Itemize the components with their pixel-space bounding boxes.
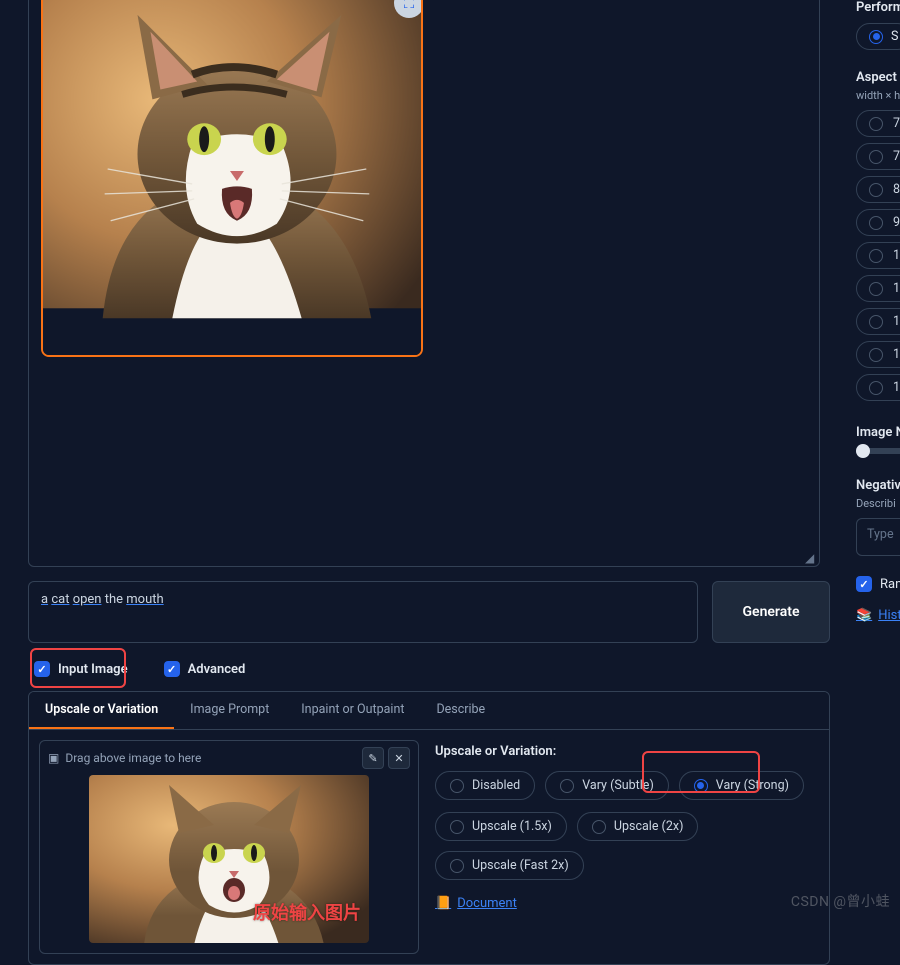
aspect-option[interactable]: 70 [856,110,900,137]
radio-vary-strong[interactable]: Vary (Strong) [679,771,804,800]
document-icon: 📙 [435,896,451,911]
performance-option[interactable]: S [856,23,900,50]
radio-dot-icon [869,381,883,395]
variation-row-2: Upscale (1.5x) Upscale (2x) Upscale (Fas… [435,812,815,880]
negative-label: Negativ [856,478,900,493]
negative-hint: Describi [856,497,900,510]
prompt-token: mouth [126,592,163,607]
radio-dot-icon [869,348,883,362]
radio-upscale-2x[interactable]: Upscale (2x) [577,812,699,841]
image-number-slider[interactable] [856,448,900,454]
aspect-option[interactable]: 11 [856,275,900,302]
tab-describe[interactable]: Describe [420,692,501,729]
aspect-option[interactable]: 96 [856,209,900,236]
variation-row-1: Disabled Vary (Subtle) Vary (Strong) [435,771,815,800]
prompt-input[interactable]: a cat open the mouth [28,581,698,643]
radio-vary-subtle[interactable]: Vary (Subtle) [545,771,669,800]
radio-dot-icon [869,117,883,131]
generated-image[interactable]: ⛶ [41,0,423,357]
tab-upscale-variation[interactable]: Upscale or Variation [29,692,174,729]
radio-dot-icon [869,282,883,296]
image-icon: ▣ [48,751,59,765]
document-link[interactable]: 📙Document [435,896,517,911]
radio-dot-icon [869,216,883,230]
radio-disabled[interactable]: Disabled [435,771,535,800]
check-icon: ✓ [856,576,872,592]
random-checkbox[interactable]: ✓ Ran [856,576,900,592]
input-thumbnail[interactable]: 原始输入图片 [89,775,369,943]
history-icon: 📚 [856,608,872,623]
image-input-title: Drag above image to here [65,751,201,765]
tab-image-prompt[interactable]: Image Prompt [174,692,285,729]
performance-label: Perform [856,0,900,15]
generate-button[interactable]: Generate [712,581,830,643]
radio-dot-icon [869,183,883,197]
tab-inpaint-outpaint[interactable]: Inpaint or Outpaint [285,692,420,729]
aspect-option[interactable]: 89 [856,176,900,203]
settings-sidebar: Perform S Aspect width × h 70 76 89 96 10 11 1… [856,0,900,623]
radio-dot-icon [869,315,883,329]
check-icon: ✓ [34,661,50,677]
image-panel: Upscale or Variation Image Prompt Inpain… [28,691,830,965]
aspect-option[interactable]: 16 [856,374,900,401]
radio-upscale-1-5x[interactable]: Upscale (1.5x) [435,812,567,841]
output-panel: ⛶ ◢ [28,0,820,567]
aspect-label: Aspect [856,70,900,85]
variation-title: Upscale or Variation: [435,744,815,759]
aspect-option[interactable]: 13 [856,308,900,335]
slider-thumb-icon[interactable] [856,444,870,458]
aspect-option[interactable]: 14 [856,341,900,368]
radio-upscale-fast-2x[interactable]: Upscale (Fast 2x) [435,851,584,880]
input-image-checkbox[interactable]: ✓ Input Image [28,657,134,681]
aspect-option[interactable]: 76 [856,143,900,170]
advanced-checkbox[interactable]: ✓ Advanced [158,657,252,681]
radio-dot-icon [869,30,883,44]
clear-button[interactable]: ✕ [388,747,410,769]
aspect-option[interactable]: 10 [856,242,900,269]
image-input-panel: ▣ Drag above image to here ✎ ✕ [39,740,419,954]
image-number-label: Image N [856,425,900,440]
prompt-token: open [73,592,102,607]
check-icon: ✓ [164,661,180,677]
radio-dot-icon [869,249,883,263]
negative-input[interactable]: Type [856,518,900,556]
tabs: Upscale or Variation Image Prompt Inpain… [29,692,829,730]
watermark-text: CSDN @曾小蛙 [791,891,890,911]
edit-button[interactable]: ✎ [362,747,384,769]
history-link[interactable]: 📚Histor [856,608,900,623]
prompt-token: cat [51,592,69,607]
thumbnail-annotation: 原始输入图片 [253,899,361,925]
aspect-hint: width × h [856,89,900,102]
radio-dot-icon [869,150,883,164]
resize-handle-icon[interactable]: ◢ [805,552,817,564]
